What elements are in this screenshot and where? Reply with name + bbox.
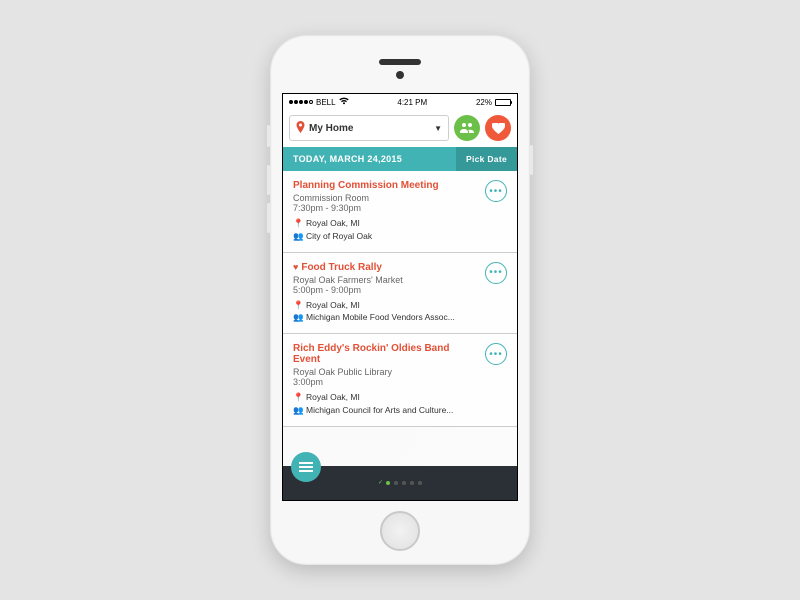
phone-frame: BELL 4:21 PM 22% My Home ▼ [270,35,530,565]
pager-dot [418,481,422,485]
wifi-icon [339,97,349,107]
event-org: Michigan Mobile Food Vendors Assoc... [306,311,455,324]
event-org: Michigan Council for Arts and Culture... [306,404,453,417]
org-icon: 👥 [293,230,302,243]
date-label: TODAY, MARCH 24,2015 [283,154,456,164]
pager-dot: ✓ [378,481,382,485]
event-more-button[interactable]: ••• [485,180,507,202]
people-icon [460,123,474,133]
phone-screen: BELL 4:21 PM 22% My Home ▼ [282,93,518,501]
event-location: Royal Oak, MI [306,299,360,312]
event-time: 7:30pm - 9:30pm [293,203,479,213]
phone-side-button [267,203,270,233]
event-venue: Royal Oak Farmers' Market [293,275,479,285]
heart-icon: ♥ [293,262,298,272]
pager-dot [394,481,398,485]
event-time: 3:00pm [293,377,479,387]
pin-icon: 📍 [293,299,302,312]
heart-icon [492,123,505,134]
page-indicator: ✓ [378,481,422,485]
signal-dots-icon [289,100,313,104]
location-label: My Home [309,123,353,134]
event-item[interactable]: Rich Eddy's Rockin' Oldies Band Event Ro… [283,334,517,427]
bottom-nav: ✓ [283,466,517,500]
pin-icon: 📍 [293,217,302,230]
event-title: Food Truck Rally [301,262,382,273]
phone-home-button [380,511,420,551]
pin-icon: 📍 [293,391,302,404]
org-icon: 👥 [293,311,302,324]
events-list[interactable]: Planning Commission Meeting Commission R… [283,171,517,466]
status-bar: BELL 4:21 PM 22% [283,94,517,110]
battery-icon [495,99,511,106]
pager-dot [410,481,414,485]
favorites-button[interactable] [485,115,511,141]
event-more-button[interactable]: ••• [485,262,507,284]
menu-button[interactable] [291,452,321,482]
event-item[interactable]: Planning Commission Meeting Commission R… [283,171,517,253]
event-venue: Commission Room [293,193,479,203]
date-bar: TODAY, MARCH 24,2015 Pick Date [283,147,517,171]
event-venue: Royal Oak Public Library [293,367,479,377]
phone-side-button [267,165,270,195]
event-location: Royal Oak, MI [306,391,360,404]
pick-date-button[interactable]: Pick Date [456,147,517,171]
phone-camera [396,71,404,79]
location-picker[interactable]: My Home ▼ [289,115,449,141]
battery-pct-label: 22% [476,98,492,107]
phone-side-button [267,125,270,147]
event-time: 5:00pm - 9:00pm [293,285,479,295]
event-location: Royal Oak, MI [306,217,360,230]
org-icon: 👥 [293,404,302,417]
clock-label: 4:21 PM [397,98,427,107]
event-title: Planning Commission Meeting [293,180,439,191]
phone-speaker [379,59,421,65]
pager-dot [386,481,390,485]
phone-side-button [530,145,533,175]
carrier-label: BELL [316,98,336,107]
event-more-button[interactable]: ••• [485,343,507,365]
event-title: Rich Eddy's Rockin' Oldies Band Event [293,343,479,365]
menu-icon [299,462,313,472]
people-button[interactable] [454,115,480,141]
pager-dot [402,481,406,485]
pin-icon [296,121,305,136]
event-item[interactable]: ♥ Food Truck Rally Royal Oak Farmers' Ma… [283,253,517,335]
event-org: City of Royal Oak [306,230,372,243]
chevron-down-icon: ▼ [434,124,442,133]
top-controls: My Home ▼ [283,110,517,147]
